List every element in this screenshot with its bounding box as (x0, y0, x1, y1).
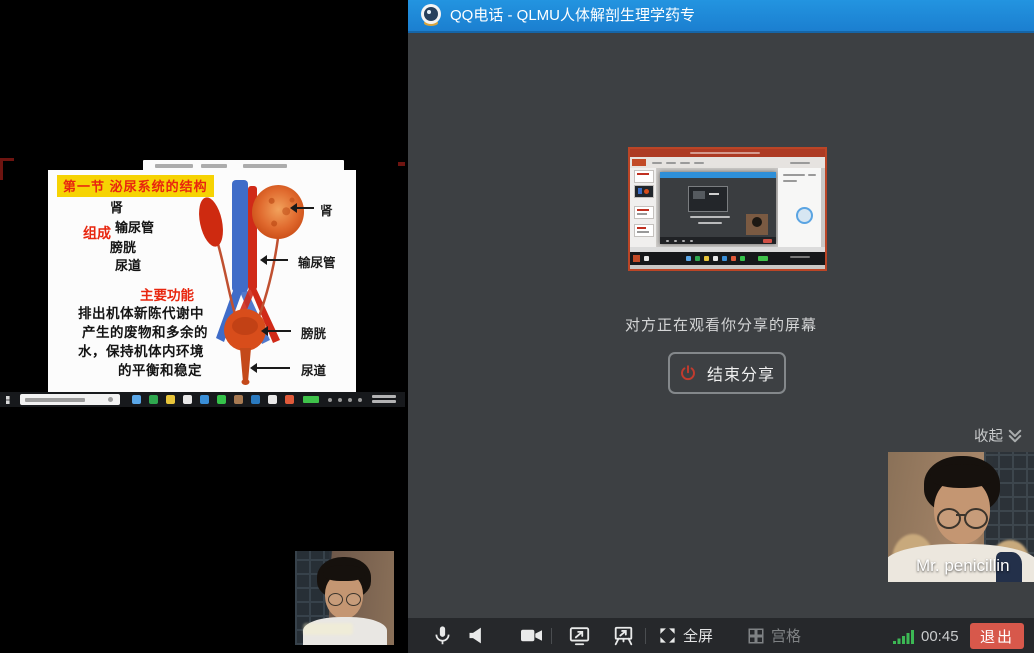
collapse-control[interactable]: 收起 (974, 425, 1024, 446)
exit-button[interactable]: 退出 (970, 623, 1024, 649)
chevron-double-down-icon (1006, 427, 1024, 445)
function-line: 的平衡和稳定 (118, 359, 202, 379)
compose-item: 输尿管 (115, 217, 154, 236)
window-titlebar: QQ电话 - QLMU人体解剖生理学药专 (408, 0, 1034, 33)
search-mic-blur (108, 397, 113, 402)
clock-blur (372, 395, 396, 398)
screen-share-icon[interactable] (568, 625, 591, 647)
preview-taskbar (630, 252, 825, 265)
callout-arrow-urethra (252, 367, 290, 369)
glasses-lens (964, 508, 988, 529)
preview-ppt-titlebar (630, 149, 825, 157)
taskbar-app-icon (132, 395, 141, 404)
callout-arrow-kidney (292, 207, 314, 209)
window-title: QQ电话 - QLMU人体解剖生理学药专 (450, 0, 695, 31)
preview-slide-panel (630, 168, 657, 247)
taskbar-app-icon (200, 395, 209, 404)
end-share-label: 结束分享 (707, 361, 775, 385)
person-fringe (323, 565, 365, 581)
taskbar-app-icon (149, 395, 158, 404)
diagram-label-bladder: 膀胱 (301, 323, 326, 342)
grid-icon (747, 627, 765, 645)
toolbar-divider (645, 628, 646, 644)
compose-label: 组成 (83, 223, 111, 243)
function-label: 主要功能 (140, 284, 194, 304)
tray-icon (358, 398, 362, 402)
end-share-button[interactable]: 结束分享 (668, 352, 786, 394)
function-line: 产生的废物和多余的 (82, 321, 208, 341)
person-fringe (930, 464, 994, 488)
taskbar-search-box (20, 394, 120, 405)
whiteboard-share-icon[interactable] (612, 625, 635, 647)
grid-view-button[interactable]: 宫格 (747, 625, 801, 646)
share-preview-thumbnail (628, 147, 827, 271)
fullscreen-button[interactable]: 全屏 (658, 625, 713, 646)
record-corner-mark (0, 158, 3, 180)
microphone-icon[interactable] (432, 625, 453, 646)
preview-qq-window (660, 172, 776, 244)
function-line: 水，保持机体内环境 (78, 340, 204, 360)
record-corner-mark (0, 158, 14, 161)
taskbar-app-icon (183, 395, 192, 404)
camera-icon[interactable] (520, 625, 543, 646)
urinary-system-diagram (198, 180, 320, 385)
compose-item: 尿道 (115, 255, 141, 274)
taskbar-app-icon (268, 395, 277, 404)
tray-icon (348, 398, 352, 402)
taskbar-app-icon (166, 395, 175, 404)
fullscreen-label: 全屏 (683, 625, 713, 646)
glasses-bridge (956, 514, 965, 516)
watermark-text (303, 623, 353, 635)
signal-strength-icon (893, 629, 915, 644)
glasses-lens (328, 593, 343, 606)
glasses-lens (346, 593, 361, 606)
share-bar-button-blur (243, 164, 287, 168)
function-line: 排出机体新陈代谢中 (78, 302, 204, 322)
shared-screen-taskbar (0, 392, 405, 407)
call-timer: 00:45 (921, 628, 959, 645)
battery-indicator (303, 396, 319, 403)
taskbar-app-icon (217, 395, 226, 404)
shared-screen-panel: 第一节 泌尿系统的结构 组成 肾 输尿管 膀胱 尿道 主要功能 排出机体新陈代谢… (0, 0, 405, 653)
callout-arrow-ureter (262, 259, 288, 261)
call-toolbar: 全屏 宫格 00:45 退出 (408, 618, 1034, 653)
power-icon (679, 364, 697, 382)
sharing-status-text: 对方正在观看你分享的屏幕 (408, 314, 1034, 335)
compose-item: 膀胱 (110, 237, 136, 256)
tray-icon (328, 398, 332, 402)
compose-item: 肾 (110, 197, 123, 216)
remote-name-label: Mr. penicillin (916, 556, 1010, 576)
presentation-slide: 第一节 泌尿系统的结构 组成 肾 输尿管 膀胱 尿道 主要功能 排出机体新陈代谢… (48, 170, 356, 392)
share-bar-timer-blur (201, 164, 227, 168)
start-button-icon (6, 396, 14, 404)
search-text-blur (25, 398, 85, 402)
diagram-label-kidney: 肾 (320, 200, 333, 219)
clock-blur (372, 400, 396, 403)
grid-label: 宫格 (771, 625, 801, 646)
fullscreen-icon (658, 626, 677, 645)
tray-icon (338, 398, 342, 402)
preview-ppt-ribbon (630, 157, 825, 168)
slide-title: 第一节 泌尿系统的结构 (57, 175, 214, 197)
speaker-icon[interactable] (466, 625, 487, 646)
screen: 第一节 泌尿系统的结构 组成 肾 输尿管 膀胱 尿道 主要功能 排出机体新陈代谢… (0, 0, 1034, 653)
toolbar-divider (551, 628, 552, 644)
qq-call-window: QQ电话 - QLMU人体解剖生理学药专 (408, 0, 1034, 653)
preview-cursor-ring (796, 207, 813, 224)
callout-arrow-bladder (263, 330, 291, 332)
collapse-label: 收起 (974, 425, 1003, 446)
qq-call-logo-icon (420, 4, 442, 26)
share-bar-text-blur (155, 164, 193, 168)
taskbar-app-icon (234, 395, 243, 404)
self-webcam (295, 551, 394, 645)
diagram-label-urethra: 尿道 (301, 360, 326, 379)
taskbar-app-icon (285, 395, 294, 404)
record-edge-mark (398, 162, 405, 166)
taskbar-app-icon (251, 395, 260, 404)
remote-webcam: Mr. penicillin (888, 452, 1034, 582)
diagram-label-ureter: 输尿管 (298, 252, 336, 271)
glasses-lens (937, 508, 961, 529)
